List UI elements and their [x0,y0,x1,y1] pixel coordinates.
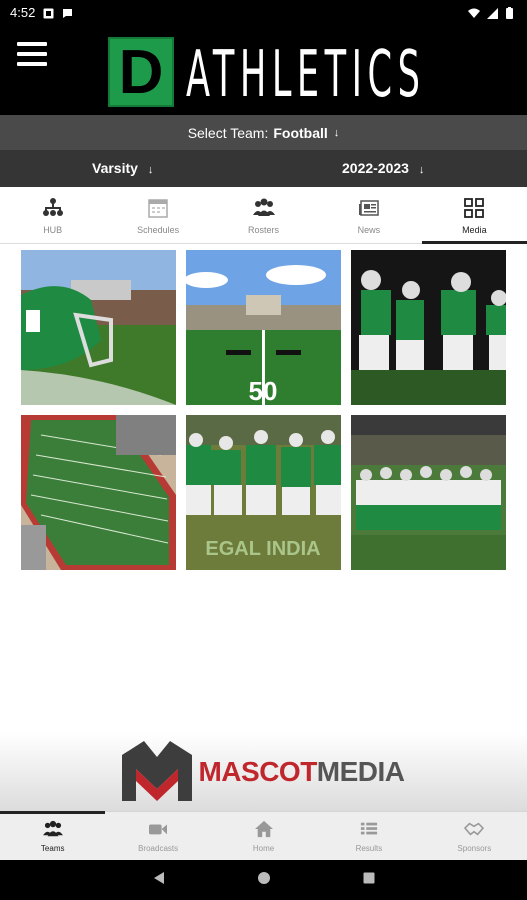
media-thumbnail-fifty-yard-line[interactable]: 50 [186,250,341,405]
wifi-icon [468,7,480,18]
season-dropdown[interactable]: 2022-2023 ↓ [342,160,424,176]
sponsor-name-part2: MEDIA [316,756,405,787]
filter-bar: Varsity ↓ 2022-2023 ↓ [0,150,527,187]
bottom-navigation: Teams Broadcasts Home Results Sponsors [0,811,527,860]
tab-label: Media [462,225,487,235]
nav-label: Broadcasts [138,844,179,853]
level-dropdown[interactable]: Varsity ↓ [92,160,153,176]
home-button[interactable] [257,871,271,890]
tab-schedules[interactable]: Schedules [105,187,210,243]
media-thumbnail-game-action[interactable] [351,250,506,405]
media-thumbnail-stadium-aerial[interactable] [21,415,176,570]
tab-media[interactable]: Media [421,187,527,244]
menu-button[interactable] [17,42,47,68]
recents-square-icon [363,872,374,884]
back-button[interactable] [153,871,165,890]
hamburger-line [17,52,47,56]
nav-home[interactable]: Home [211,812,316,860]
hamburger-line [17,62,47,66]
app-header: D ATHLETICS [0,24,527,115]
logo-text: ATHLETICS [186,38,426,112]
group-icon [42,820,63,837]
group-icon [252,198,275,216]
arrow-down-icon: ↓ [418,164,425,176]
tab-rosters[interactable]: Rosters [211,187,316,243]
nav-label: Home [252,844,275,853]
nav-results[interactable]: Results [316,812,421,860]
tab-label: Rosters [248,225,280,235]
tab-news[interactable]: News [316,187,421,243]
system-navigation [0,860,527,900]
back-triangle-icon [153,871,164,884]
athletics-logo: D ATHLETICS [108,37,527,107]
sponsor-banner[interactable]: MASCOTMEDIA [0,733,527,811]
nav-label: Sponsors [457,844,492,853]
team-selector-prefix: Select Team: [187,124,269,141]
org-chart-icon [42,198,63,216]
media-thumbnail-team-huddle[interactable]: EGAL INDIA [186,415,341,570]
notification-icon [43,7,54,18]
arrow-down-icon: ↓ [147,164,154,176]
nav-label: Teams [40,844,65,853]
signal-icon [487,7,498,19]
handshake-icon [464,822,485,836]
nav-label: Results [355,844,383,853]
status-bar: 4:52 [0,0,527,24]
sponsor-name-part1: MASCOT [198,756,317,787]
team-selector-value: Football [273,124,328,141]
nav-broadcasts[interactable]: Broadcasts [105,812,210,860]
newspaper-icon [358,200,379,216]
home-circle-icon [257,871,270,884]
section-tabs: HUB Schedules Rosters News Media [0,187,527,244]
list-icon [360,822,378,835]
field-number: 50 [249,376,278,405]
logo-letter: D [108,37,174,107]
arrow-down-icon: ↓ [333,126,340,139]
season-value: 2022-2023 [342,160,409,176]
grid-icon [464,198,485,218]
tab-label: Schedules [137,225,180,235]
tab-hub[interactable]: HUB [0,187,105,243]
hamburger-line [17,42,47,46]
level-value: Varsity [92,160,138,176]
recents-button[interactable] [363,871,375,889]
home-icon [254,820,273,838]
sponsor-name: MASCOTMEDIA [198,756,405,788]
battery-icon [506,6,517,19]
calendar-icon [148,199,168,218]
nav-sponsors[interactable]: Sponsors [422,812,527,860]
nav-teams[interactable]: Teams [0,811,106,860]
status-time: 4:52 [10,4,36,20]
video-camera-icon [149,824,168,835]
team-selector[interactable]: Select Team: Football ↓ [0,115,527,150]
message-icon [62,7,73,18]
media-thumbnail-team-run-out[interactable] [351,415,506,570]
media-thumbnail-helmet[interactable] [21,250,176,405]
field-lettering: EGAL INDIA [205,538,320,560]
media-grid: 50 EGAL INDIA [21,250,507,570]
tab-label: News [357,225,381,235]
tab-label: HUB [43,225,63,235]
mascot-media-logo-icon [122,741,193,801]
